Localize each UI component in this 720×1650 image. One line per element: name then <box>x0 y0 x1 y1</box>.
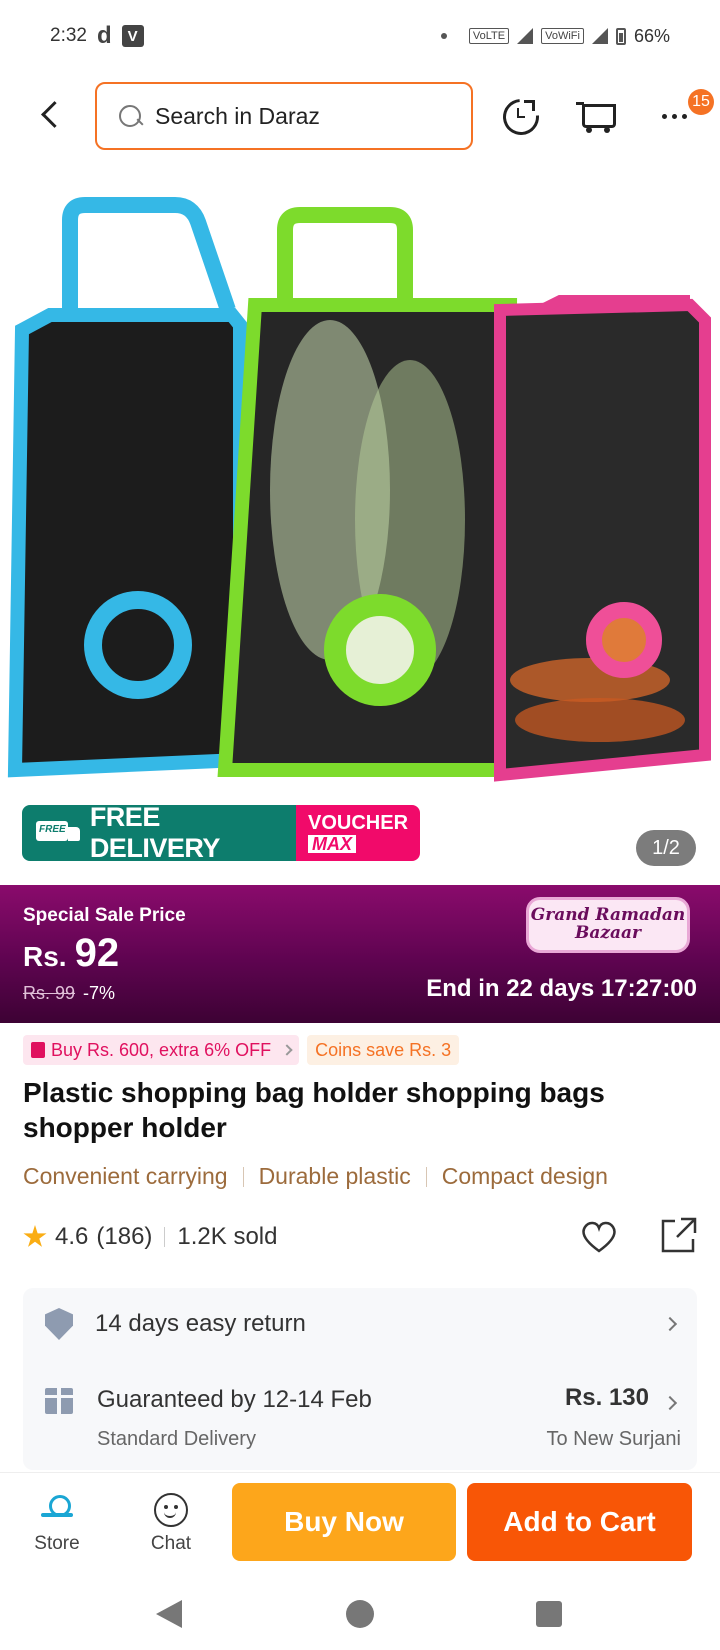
free-delivery-banner: FREE FREE DELIVERY VOUCHER MAX <box>22 805 420 861</box>
coins-chip[interactable]: Coins save Rs. 3 <box>307 1035 460 1065</box>
rating-value[interactable]: 4.6 <box>55 1223 88 1251</box>
product-image-gallery[interactable]: FREE FREE DELIVERY VOUCHER MAX 1/2 <box>0 160 720 885</box>
volte-indicator: VoLTE <box>468 28 510 44</box>
spend-offer-chip[interactable]: Buy Rs. 600, extra 6% OFF <box>23 1035 300 1065</box>
truck-icon: FREE <box>36 819 82 847</box>
sale-countdown: End in 22 days 17:27:00 <box>426 975 697 1002</box>
add-to-cart-button[interactable]: Add to Cart <box>467 1483 692 1561</box>
signal-icon <box>517 28 534 44</box>
carrot <box>515 698 685 742</box>
notification-badge: 15 <box>688 89 714 115</box>
delivery-location: To New Surjani <box>546 1428 681 1450</box>
discount-percent: -7% <box>83 983 116 1003</box>
chat-icon <box>154 1493 188 1527</box>
blue-mesh-bag <box>7 308 247 778</box>
review-count[interactable]: (186) <box>96 1223 152 1251</box>
store-button[interactable]: Store <box>17 1493 97 1555</box>
original-price: Rs. 99 <box>23 983 76 1003</box>
voucher-icon <box>31 1042 45 1058</box>
buy-now-button[interactable]: Buy Now <box>232 1483 456 1561</box>
top-header: Search in Daraz 15 <box>0 80 720 152</box>
return-policy-row[interactable]: 14 days easy return <box>23 1288 697 1360</box>
clock: 2:32 <box>50 25 87 46</box>
product-photo <box>7 197 711 782</box>
status-bar: 2:32 d V VoLTE VoWiFi 66% <box>0 0 720 72</box>
delivery-row[interactable]: Guaranteed by 12-14 Feb Standard Deliver… <box>23 1360 697 1470</box>
search-input[interactable]: Search in Daraz <box>95 82 473 150</box>
bag-handle <box>277 207 413 305</box>
signal-icon <box>591 28 608 44</box>
battery-level: 66% <box>633 25 670 46</box>
battery-icon <box>615 27 626 45</box>
back-icon[interactable] <box>30 94 70 134</box>
service-info-card: 14 days easy return Guaranteed by 12-14 … <box>23 1288 697 1470</box>
voucher-label: VOUCHER <box>308 812 409 834</box>
campaign-logo: Grand Ramadan Bazaar <box>526 897 690 953</box>
delivery-fee: Rs. 130 <box>564 1384 649 1411</box>
chevron-right-icon <box>662 1316 678 1332</box>
delivery-guarantee: Guaranteed by 12-14 Feb <box>97 1386 372 1413</box>
app-notification-icon: d <box>96 22 112 49</box>
feature-tag: Compact design <box>441 1163 608 1189</box>
nav-recents-icon[interactable] <box>536 1601 562 1627</box>
store-logo-icon <box>37 1493 77 1527</box>
pink-bag-ring <box>586 602 662 678</box>
product-features: Convenient carrying Durable plastic Comp… <box>23 1163 608 1190</box>
return-policy-text: 14 days easy return <box>95 1310 306 1337</box>
feature-tag: Convenient carrying <box>23 1163 228 1189</box>
nav-home-icon[interactable] <box>346 1600 374 1628</box>
history-icon[interactable] <box>498 94 542 138</box>
rating-row: 4.6 (186) 1.2K sold <box>23 1215 699 1259</box>
free-delivery-label: FREE DELIVERY <box>89 805 221 861</box>
search-placeholder: Search in Daraz <box>155 102 320 129</box>
nav-back-icon[interactable] <box>156 1600 182 1628</box>
chevron-right-icon <box>281 1044 293 1056</box>
green-bag-ring <box>324 594 436 706</box>
voucher-max-label: MAX <box>308 835 356 853</box>
product-title: Plastic shopping bag holder shopping bag… <box>23 1077 605 1143</box>
image-counter: 1/2 <box>636 830 696 866</box>
sold-count: 1.2K sold <box>177 1223 278 1250</box>
system-nav-bar <box>0 1578 720 1650</box>
package-icon <box>45 1388 73 1414</box>
feature-tag: Durable plastic <box>258 1163 411 1189</box>
vowifi-indicator: VoWiFi <box>541 28 584 44</box>
shield-icon <box>45 1308 73 1340</box>
sale-label: Special Sale Price <box>23 905 186 926</box>
share-icon[interactable] <box>659 1215 699 1255</box>
bottom-action-bar: Store Chat Buy Now Add to Cart <box>0 1472 720 1578</box>
currency: Rs. <box>23 941 67 972</box>
star-icon <box>23 1225 47 1247</box>
search-icon <box>117 103 143 129</box>
promo-row: Buy Rs. 600, extra 6% OFF Coins save Rs.… <box>23 1035 460 1065</box>
app-notification-icon: V <box>121 25 144 47</box>
delivery-type: Standard Delivery <box>97 1428 256 1450</box>
sale-price-banner: Special Sale Price Rs. 92 Rs. 99 -7% Gra… <box>0 885 720 1023</box>
notification-dot-icon <box>440 33 447 39</box>
wishlist-heart-icon[interactable] <box>579 1217 619 1257</box>
chat-button[interactable]: Chat <box>131 1493 211 1555</box>
sale-price: Rs. 92 <box>23 931 119 976</box>
price-amount: 92 <box>74 931 120 975</box>
chevron-right-icon <box>662 1395 678 1411</box>
cart-icon[interactable] <box>574 94 618 138</box>
